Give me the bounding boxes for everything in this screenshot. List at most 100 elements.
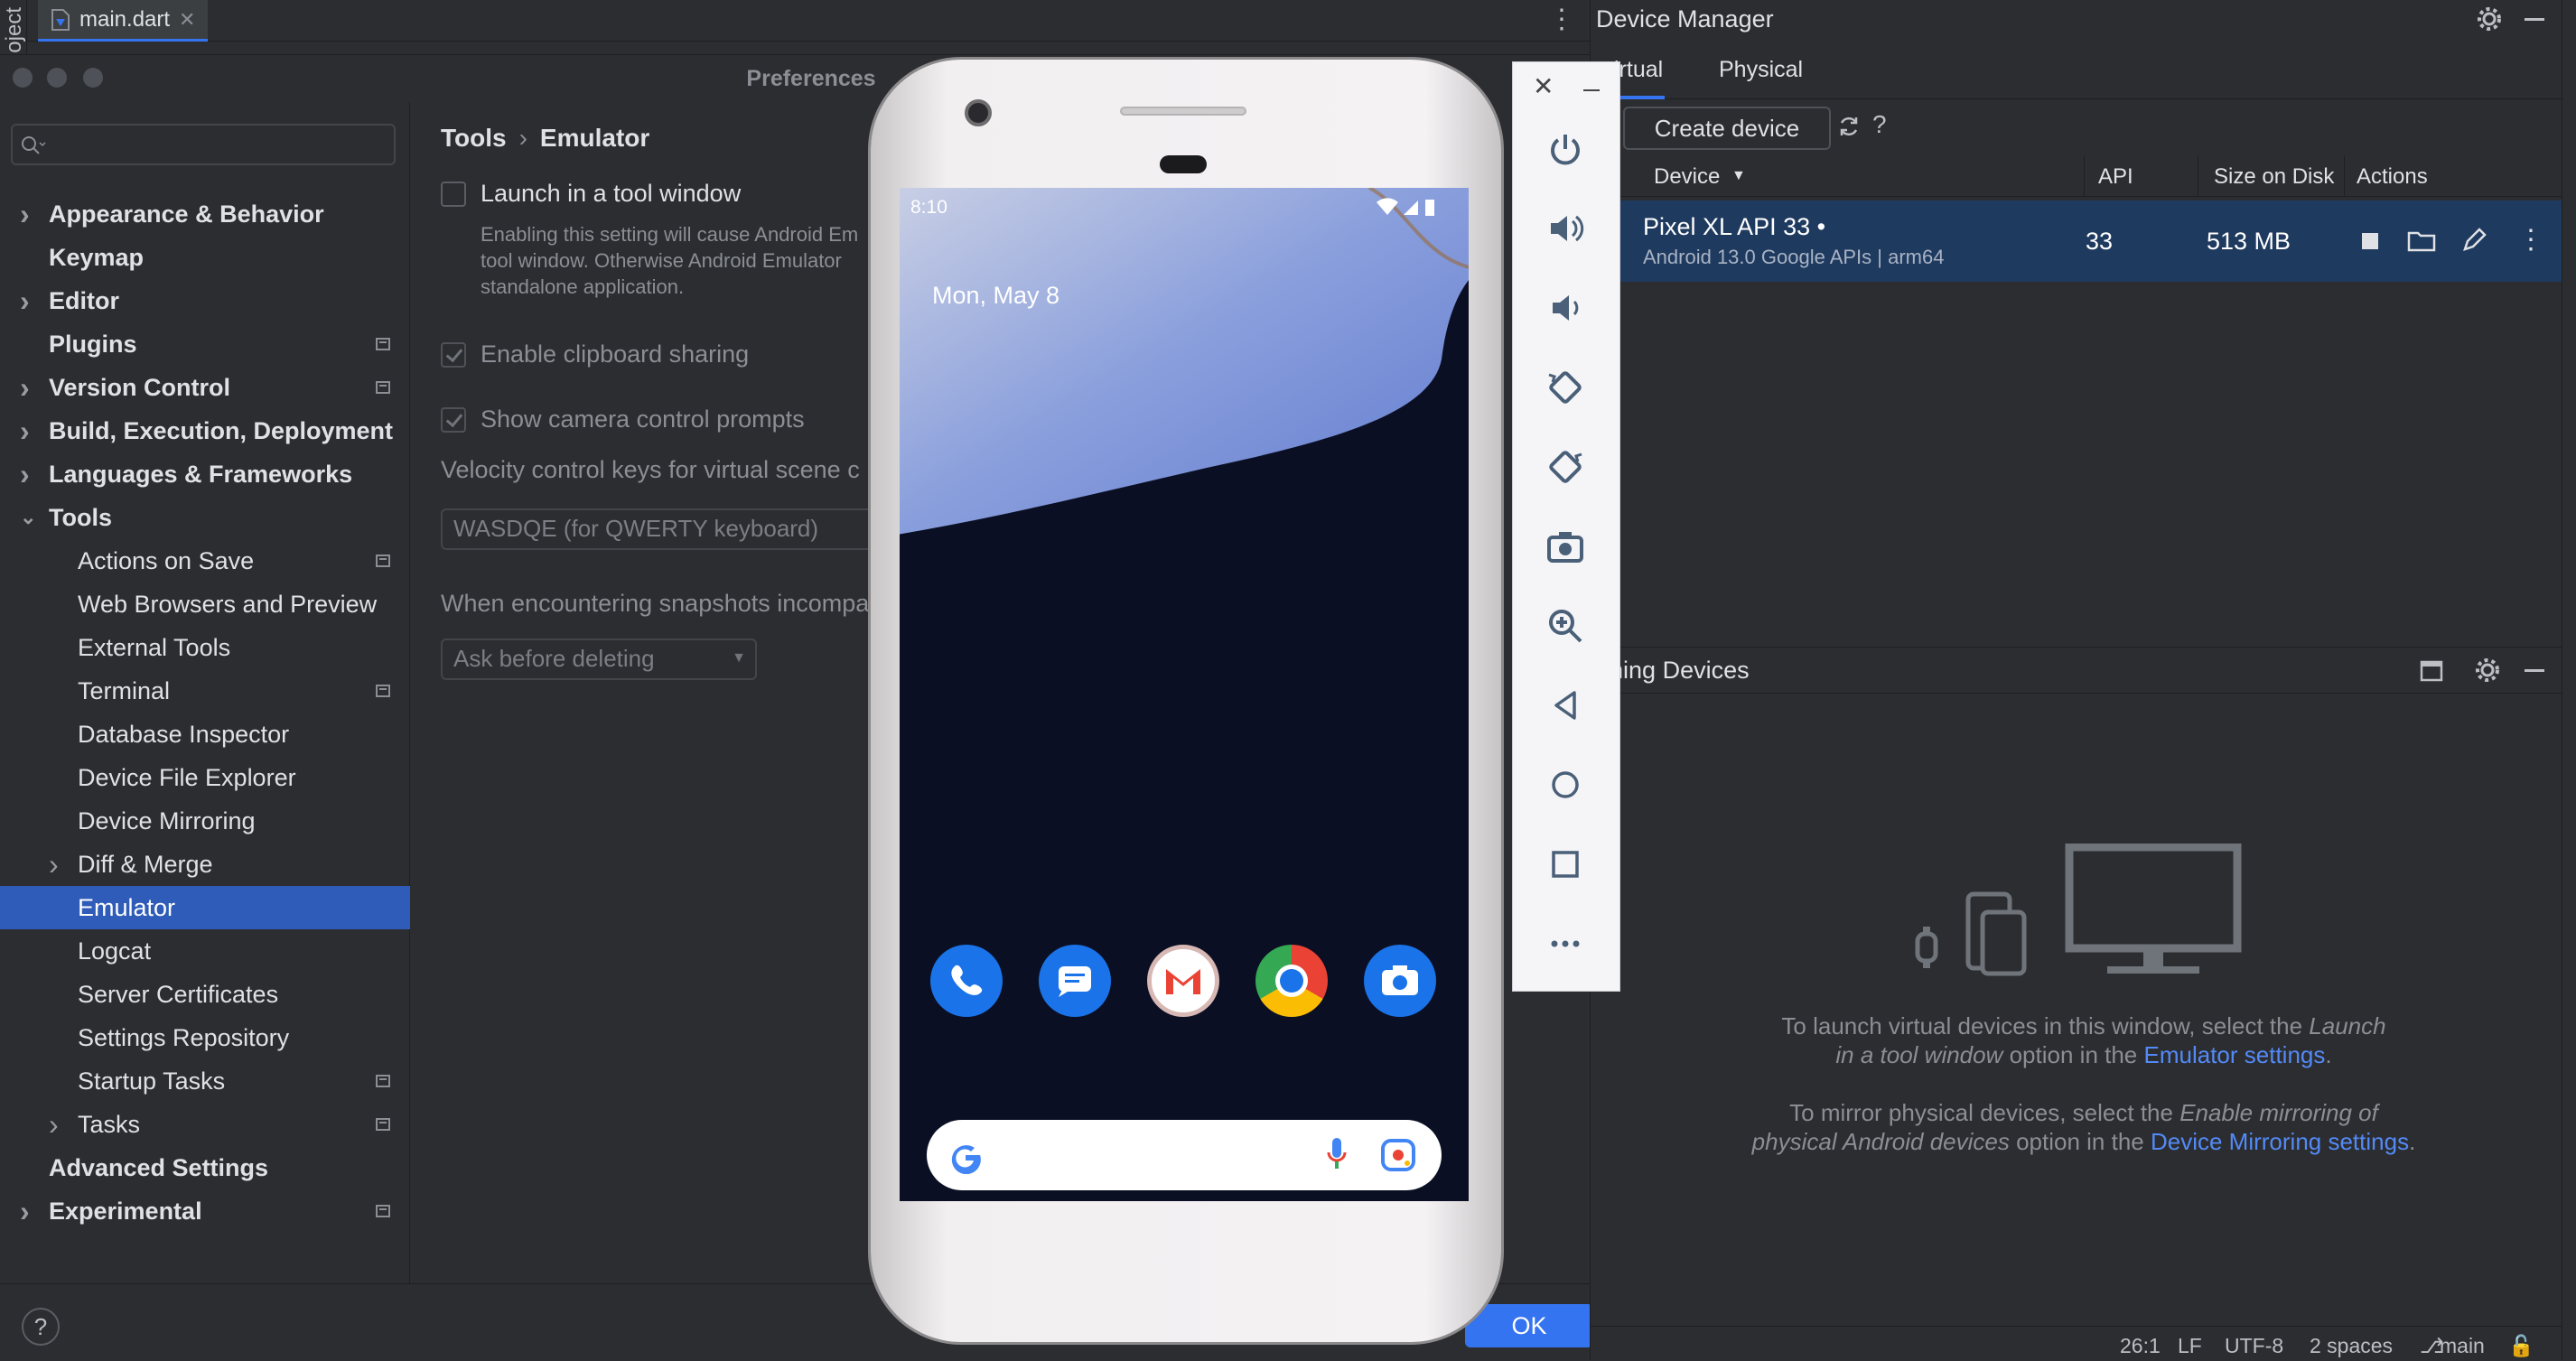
more-icon[interactable]: ⋮ — [2517, 224, 2544, 256]
gmail-app-icon[interactable] — [1147, 945, 1219, 1017]
create-device-button[interactable]: Create device — [1623, 107, 1831, 150]
right-tool-stripe[interactable] — [2562, 0, 2576, 1360]
sidebar-item-tasks[interactable]: › Tasks — [0, 1103, 410, 1146]
column-device[interactable]: Device — [1654, 164, 1720, 190]
sidebar-item-plugins[interactable]: Plugins — [0, 322, 410, 366]
line-separator[interactable]: LF — [2178, 1334, 2202, 1358]
sidebar-item-version-control[interactable]: › Version Control — [0, 366, 410, 409]
git-branch[interactable]: main — [2440, 1334, 2485, 1358]
window-close-button[interactable] — [13, 68, 33, 88]
launch-in-tool-window-label[interactable]: Launch in a tool window — [481, 180, 741, 208]
more-options-icon[interactable]: ⋮ — [1548, 4, 1575, 35]
google-search-bar[interactable] — [927, 1120, 1442, 1190]
help-button[interactable]: ? — [22, 1308, 60, 1346]
chevron-right-icon[interactable]: › — [20, 366, 30, 409]
sidebar-item-server-certificates[interactable]: Server Certificates — [0, 973, 410, 1016]
table-row[interactable]: Pixel XL API 33 • Android 13.0 Google AP… — [1591, 200, 2576, 282]
sidebar-item-external-tools[interactable]: External Tools — [0, 626, 410, 669]
sidebar-item-emulator[interactable]: Emulator — [0, 886, 410, 929]
sidebar-item-advanced-settings[interactable]: Advanced Settings — [0, 1146, 410, 1189]
overview-icon[interactable] — [1545, 844, 1585, 884]
ok-button[interactable]: OK — [1465, 1304, 1593, 1347]
tab-physical[interactable]: Physical — [1719, 42, 1803, 99]
sidebar-item-languages-frameworks[interactable]: › Languages & Frameworks — [0, 452, 410, 496]
clipboard-sharing-checkbox[interactable] — [441, 342, 466, 368]
sidebar-item-editor[interactable]: › Editor — [0, 279, 410, 322]
more-icon[interactable] — [1545, 924, 1585, 964]
indent-setting[interactable]: 2 spaces — [2310, 1334, 2393, 1358]
phone-app-icon[interactable] — [930, 945, 1003, 1017]
sidebar-item-experimental[interactable]: › Experimental — [0, 1189, 410, 1233]
volume-up-icon[interactable] — [1545, 209, 1585, 248]
gear-icon[interactable] — [2474, 657, 2501, 684]
minimize-icon[interactable] — [2525, 669, 2544, 672]
stop-icon[interactable] — [2360, 231, 2380, 251]
chevron-right-icon[interactable]: › — [49, 843, 59, 886]
chevron-right-icon[interactable]: › — [20, 279, 30, 322]
camera-app-icon[interactable] — [1364, 945, 1436, 1017]
sidebar-item-device-mirroring[interactable]: Device Mirroring — [0, 799, 410, 843]
gear-icon[interactable] — [2476, 5, 2503, 33]
launch-in-tool-window-checkbox[interactable] — [441, 182, 466, 207]
velocity-keys-select[interactable]: WASDQE (for QWERTY keyboard) — [441, 508, 874, 550]
sidebar-item-tools[interactable]: ⌄ Tools — [0, 496, 410, 539]
power-icon[interactable] — [1545, 129, 1585, 169]
rotate-left-icon[interactable] — [1545, 368, 1585, 407]
sidebar-item-actions-on-save[interactable]: Actions on Save — [0, 539, 410, 583]
rotate-right-icon[interactable] — [1545, 447, 1585, 487]
phone-screen[interactable]: 8:10 Mon, May 8 — [900, 188, 1469, 1201]
window-minimize-button[interactable] — [47, 68, 67, 88]
sidebar-item-database-inspector[interactable]: Database Inspector — [0, 713, 410, 756]
chevron-right-icon[interactable]: › — [20, 409, 30, 452]
device-mirroring-settings-link[interactable]: Device Mirroring settings — [2151, 1128, 2409, 1155]
sidebar-item-diff-merge[interactable]: › Diff & Merge — [0, 843, 410, 886]
help-icon[interactable]: ? — [1872, 110, 1887, 139]
folder-icon[interactable] — [2407, 229, 2436, 253]
chevron-right-icon[interactable]: › — [20, 452, 30, 496]
minimize-icon[interactable] — [1583, 89, 1600, 91]
google-lens-icon[interactable] — [1380, 1138, 1416, 1172]
cursor-position[interactable]: 26:1 — [2120, 1334, 2161, 1358]
home-icon[interactable] — [1545, 765, 1585, 805]
sidebar-item-appearance-behavior[interactable]: › Appearance & Behavior — [0, 192, 410, 236]
sidebar-item-build-execution-deployment[interactable]: › Build, Execution, Deployment — [0, 409, 410, 452]
editor-tab-main-dart[interactable]: main.dart ✕ — [38, 0, 209, 42]
snapshots-select[interactable]: Ask before deleting ▼ — [441, 639, 757, 680]
sidebar-item-web-browsers-and-preview[interactable]: Web Browsers and Preview — [0, 583, 410, 626]
window-zoom-button[interactable] — [83, 68, 103, 88]
volume-down-icon[interactable] — [1545, 288, 1585, 328]
chevron-right-icon[interactable]: › — [20, 1189, 30, 1233]
column-size[interactable]: Size on Disk — [2214, 164, 2334, 190]
edit-icon[interactable] — [2461, 228, 2487, 253]
sidebar-item-terminal[interactable]: Terminal — [0, 669, 410, 713]
file-encoding[interactable]: UTF-8 — [2225, 1334, 2283, 1358]
clipboard-sharing-label[interactable]: Enable clipboard sharing — [481, 340, 749, 368]
refresh-icon[interactable] — [1836, 114, 1862, 139]
back-icon[interactable] — [1545, 685, 1585, 725]
emulator-settings-link[interactable]: Emulator settings — [2144, 1041, 2326, 1068]
chevron-right-icon[interactable]: › — [20, 192, 30, 236]
sidebar-item-startup-tasks[interactable]: Startup Tasks — [0, 1059, 410, 1103]
close-icon[interactable]: ✕ — [179, 8, 195, 32]
zoom-icon[interactable] — [1545, 606, 1585, 646]
screenshot-icon[interactable] — [1545, 527, 1585, 566]
camera-prompts-checkbox[interactable] — [441, 407, 466, 433]
chrome-app-icon[interactable] — [1255, 945, 1328, 1017]
sidebar-item-device-file-explorer[interactable]: Device File Explorer — [0, 756, 410, 799]
sidebar-item-settings-repository[interactable]: Settings Repository — [0, 1016, 410, 1059]
settings-search-input[interactable] — [11, 124, 396, 165]
minimize-icon[interactable] — [2525, 18, 2544, 21]
camera-prompts-label[interactable]: Show camera control prompts — [481, 406, 805, 433]
chevron-down-icon[interactable]: ⌄ — [20, 496, 36, 539]
maximize-icon[interactable] — [2420, 660, 2443, 682]
close-icon[interactable]: ✕ — [1533, 71, 1554, 101]
messages-app-icon[interactable] — [1039, 945, 1111, 1017]
sidebar-item-logcat[interactable]: Logcat — [0, 929, 410, 973]
sort-down-icon[interactable]: ▼ — [1731, 168, 1746, 184]
sidebar-item-keymap[interactable]: Keymap — [0, 236, 410, 279]
column-api[interactable]: API — [2098, 164, 2133, 190]
microphone-icon[interactable] — [1326, 1136, 1348, 1172]
chevron-right-icon[interactable]: › — [49, 1103, 59, 1146]
lock-icon[interactable]: 🔓 — [2508, 1334, 2534, 1358]
breadcrumb-tools[interactable]: Tools — [441, 124, 507, 152]
